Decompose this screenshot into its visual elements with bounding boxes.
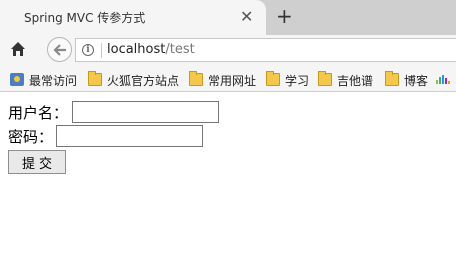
- bookmark-label: 火狐官方站点: [107, 74, 180, 88]
- tab-strip: Spring MVC 传参方式 ✕ +: [0, 0, 456, 35]
- bookmark-label: 常用网址: [208, 74, 257, 88]
- folder-icon: [266, 71, 280, 86]
- url-text[interactable]: localhost/test: [107, 42, 195, 57]
- bookmark-label: 吉他谱: [337, 74, 374, 88]
- bookmarks-bar: 最常访问 火狐官方站点 常用网址 学习 吉他谱 博客: [0, 66, 456, 92]
- folder-icon: [88, 71, 102, 86]
- bookmark-label: 学习: [285, 74, 310, 88]
- username-field[interactable]: [72, 101, 219, 123]
- bookmark-label: 博客: [404, 74, 429, 88]
- new-tab-icon[interactable]: +: [276, 6, 293, 26]
- folder-icon: [189, 71, 203, 86]
- navigation-bar: i localhost/test: [0, 35, 456, 66]
- home-icon[interactable]: [10, 41, 26, 57]
- equalizer-icon[interactable]: [436, 75, 450, 85]
- back-button[interactable]: [47, 37, 72, 62]
- tab-title: Spring MVC 传参方式: [24, 11, 146, 25]
- url-bar[interactable]: i localhost/test: [75, 38, 456, 62]
- password-field[interactable]: [56, 125, 203, 147]
- password-label: 密码：: [8, 128, 54, 146]
- folder-icon: [385, 71, 399, 86]
- reading-list-icon: [10, 73, 24, 86]
- close-icon[interactable]: ✕: [240, 8, 254, 26]
- folder-icon: [318, 71, 332, 86]
- username-label: 用户名：: [8, 104, 69, 122]
- url-host: localhost: [107, 42, 166, 57]
- submit-button[interactable]: 提交: [8, 150, 66, 174]
- tab-active[interactable]: Spring MVC 传参方式 ✕: [0, 0, 266, 35]
- back-arrow-icon: [53, 44, 66, 56]
- url-separator: [101, 43, 102, 58]
- bookmark-label: 最常访问: [29, 74, 78, 88]
- url-path: /test: [165, 42, 195, 57]
- info-icon[interactable]: i: [82, 44, 94, 56]
